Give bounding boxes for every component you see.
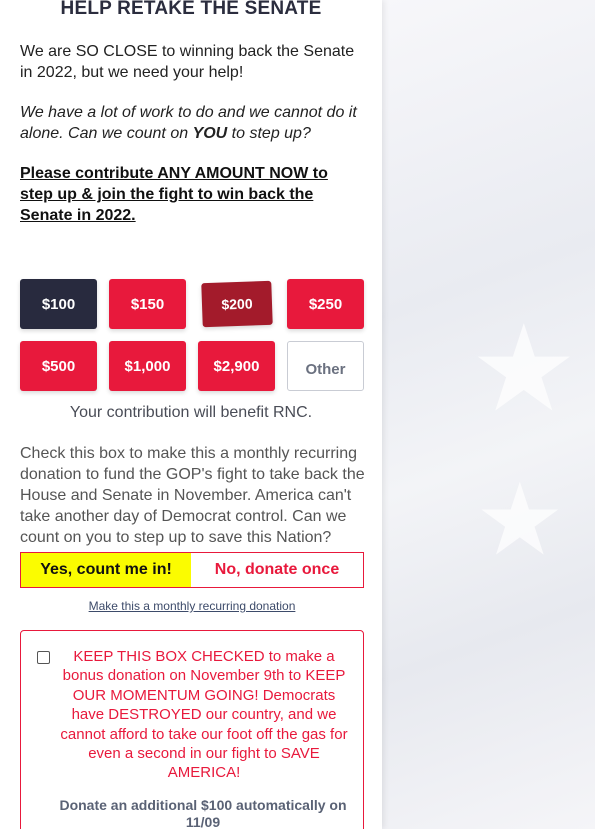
amount-100-button[interactable]: $100 (20, 279, 97, 329)
amount-2900-button[interactable]: $2,900 (198, 341, 275, 391)
amount-other-input[interactable]: Other (287, 341, 364, 391)
amount-500-button[interactable]: $500 (20, 341, 97, 391)
intro-question-you: YOU (192, 125, 228, 142)
donation-panel: HELP RETAKE THE SENATE We are SO CLOSE t… (0, 0, 382, 829)
page-title: HELP RETAKE THE SENATE (60, 0, 322, 19)
amount-1000-button[interactable]: $1,000 (109, 341, 186, 391)
monthly-recurring-link[interactable]: Make this a monthly recurring donation (0, 599, 384, 613)
bonus-subtext: Donate an additional $100 automatically … (59, 797, 347, 829)
recurring-yes-button[interactable]: Yes, count me in! (20, 552, 192, 588)
intro-paragraph: We are SO CLOSE to winning back the Sena… (20, 43, 355, 81)
bonus-text: KEEP THIS BOX CHECKED to make a bonus do… (60, 648, 348, 782)
star-icon: ★ (475, 461, 565, 578)
recurring-no-button[interactable]: No, donate once (191, 552, 364, 588)
star-icon: ★ (470, 300, 578, 439)
amount-150-button[interactable]: $150 (109, 279, 186, 329)
flag-background: ★ ★ (380, 0, 595, 829)
amount-200-button[interactable]: $200 (201, 280, 273, 328)
intro-question: We have a lot of work to do and we canno… (20, 102, 365, 144)
intro-question-post: to step up? (227, 125, 311, 142)
bonus-donation-box: KEEP THIS BOX CHECKED to make a bonus do… (20, 630, 364, 829)
bonus-checkbox[interactable] (37, 651, 50, 664)
recurring-description: Check this box to make this a monthly re… (20, 445, 365, 546)
benefit-note: Your contribution will benefit RNC. (69, 404, 313, 421)
amount-250-button[interactable]: $250 (287, 279, 364, 329)
contribute-cta: Please contribute ANY AMOUNT NOW to step… (20, 165, 328, 224)
